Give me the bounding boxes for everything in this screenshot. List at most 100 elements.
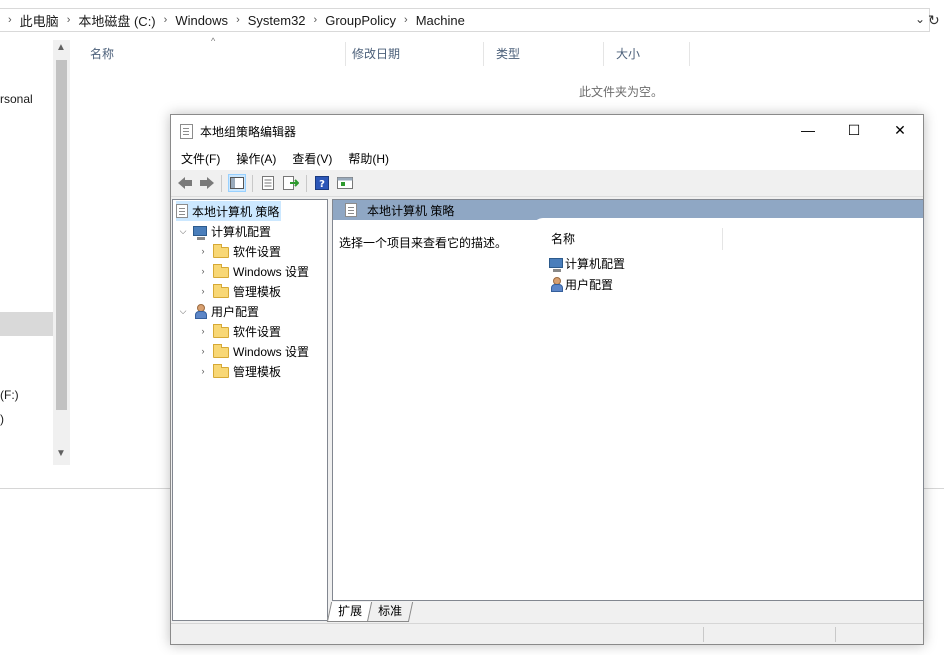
policy-document-icon — [176, 204, 188, 218]
scrollbar-thumb[interactable] — [56, 60, 67, 410]
tab-standard[interactable]: 标准 — [366, 602, 414, 622]
scroll-up-icon[interactable]: ▲ — [56, 42, 66, 53]
list-item-label: 用户配置 — [565, 277, 614, 292]
chevron-right-icon[interactable]: › — [197, 286, 209, 296]
title-bar[interactable]: 本地组策略编辑器 — ☐ ✕ — [171, 115, 923, 146]
tree-item-computer-admin-templates[interactable]: › 管理模板 — [197, 281, 281, 301]
chevron-right-icon[interactable]: › — [197, 366, 209, 376]
menu-bar: 文件(F) 操作(A) 查看(V) 帮助(H) — [171, 146, 923, 170]
chevron-right-icon: › — [163, 14, 168, 26]
policy-document-icon — [345, 203, 357, 217]
chevron-right-icon[interactable]: › — [197, 346, 209, 356]
folder-icon — [213, 263, 229, 278]
header-curve-decoration — [533, 218, 923, 228]
empty-folder-message: 此文件夹为空。 — [579, 85, 664, 99]
menu-help[interactable]: 帮助(H) — [348, 150, 389, 167]
chevron-right-icon: › — [313, 14, 318, 26]
tree-pane: 本地计算机 策略 ⌵ 计算机配置 › 软件设置 › Windows 设置 › 管… — [172, 199, 328, 621]
chevron-down-icon[interactable]: ⌵ — [177, 226, 189, 237]
folder-icon — [213, 363, 229, 378]
breadcrumb-system32[interactable]: System32 — [248, 13, 306, 28]
column-header-modified[interactable]: 修改日期 — [340, 42, 484, 66]
chevron-down-icon[interactable]: ⌄ — [915, 12, 925, 26]
status-divider — [835, 627, 836, 642]
status-divider — [703, 627, 704, 642]
view-tabs: 扩展 标准 — [326, 602, 414, 622]
policy-document-icon — [180, 124, 193, 139]
chevron-down-icon[interactable]: ⌵ — [177, 306, 189, 317]
menu-view[interactable]: 查看(V) — [292, 150, 332, 167]
help-icon[interactable]: ? — [313, 174, 331, 192]
chevron-right-icon[interactable]: › — [197, 246, 209, 256]
maximize-button[interactable]: ☐ — [831, 115, 877, 146]
folder-icon — [213, 283, 229, 298]
user-icon — [193, 304, 207, 319]
details-header-title: 本地计算机 策略 — [367, 203, 455, 218]
tree-item-local-computer-policy[interactable]: 本地计算机 策略 — [176, 201, 282, 221]
minimize-button[interactable]: — — [785, 115, 831, 146]
column-header-name[interactable]: 名称 — [78, 42, 346, 66]
chevron-right-icon: › — [8, 14, 12, 26]
computer-icon — [193, 226, 207, 240]
tree-item-computer-windows-settings[interactable]: › Windows 设置 — [197, 261, 309, 281]
toolbar-separator — [252, 175, 253, 192]
folder-icon — [213, 323, 229, 338]
column-header-type[interactable]: 类型 — [484, 42, 604, 66]
tree-item-user-admin-templates[interactable]: › 管理模板 — [197, 361, 281, 381]
tree-item-user-windows-settings[interactable]: › Windows 设置 — [197, 341, 309, 361]
chevron-right-icon[interactable]: › — [197, 326, 209, 336]
tree-item-computer-config[interactable]: ⌵ 计算机配置 — [177, 221, 271, 241]
nav-scrollbar[interactable]: ▲ ▼ — [53, 40, 70, 465]
chevron-right-icon: › — [404, 14, 408, 26]
computer-icon — [549, 258, 563, 272]
scroll-down-icon[interactable]: ▼ — [56, 448, 66, 459]
tree-item-user-config[interactable]: ⌵ 用户配置 — [177, 301, 259, 321]
breadcrumb-this-pc[interactable]: 此电脑 — [20, 11, 59, 30]
tree-item-computer-software-settings[interactable]: › 软件设置 — [197, 241, 281, 261]
svg-text:?: ? — [319, 179, 325, 190]
chevron-right-icon[interactable]: › — [197, 266, 209, 276]
gpedit-window: 本地组策略编辑器 — ☐ ✕ 文件(F) 操作(A) 查看(V) 帮助(H) ? — [170, 114, 924, 645]
list-item-label: 计算机配置 — [565, 256, 626, 271]
export-list-icon[interactable] — [282, 174, 300, 192]
chevron-right-icon: › — [66, 14, 71, 26]
tree-item-user-software-settings[interactable]: › 软件设置 — [197, 321, 281, 341]
tree-item-label: 软件设置 — [233, 324, 282, 339]
status-bar — [171, 623, 923, 644]
column-header-name[interactable]: 名称 — [543, 228, 723, 250]
nav-item-drive-f[interactable]: (F:) — [0, 388, 19, 402]
filter-options-icon[interactable] — [336, 174, 354, 192]
list-item-computer-config[interactable]: 计算机配置 — [549, 253, 625, 273]
menu-action[interactable]: 操作(A) — [236, 150, 276, 167]
details-pane: 本地计算机 策略 选择一个项目来查看它的描述。 名称 计算机配置 用户配置 — [332, 199, 924, 601]
list-item-user-config[interactable]: 用户配置 — [549, 274, 613, 294]
back-arrow-icon[interactable] — [176, 174, 194, 192]
tree-item-label: 计算机配置 — [211, 224, 272, 239]
close-button[interactable]: ✕ — [877, 115, 923, 146]
tab-extended[interactable]: 扩展 — [326, 602, 374, 622]
nav-item-fragment[interactable]: rsonal — [0, 92, 33, 106]
tree-item-label: 管理模板 — [233, 284, 282, 299]
refresh-icon[interactable]: ↻ — [928, 12, 940, 29]
tree-item-label: Windows 设置 — [233, 344, 310, 359]
properties-icon[interactable] — [259, 174, 277, 192]
tab-label: 扩展 — [338, 604, 363, 618]
nav-selected-item[interactable] — [0, 312, 53, 336]
forward-arrow-icon[interactable] — [198, 174, 216, 192]
description-text: 选择一个项目来查看它的描述。 — [339, 236, 508, 250]
breadcrumb-local-disk[interactable]: 本地磁盘 (C:) — [78, 11, 155, 30]
toolbar-separator — [306, 175, 307, 192]
address-bar[interactable]: › 此电脑 › 本地磁盘 (C:) › Windows › System32 ›… — [0, 8, 930, 32]
breadcrumb-windows[interactable]: Windows — [175, 13, 228, 28]
tree-item-label: 用户配置 — [211, 304, 260, 319]
toolbar-separator — [221, 175, 222, 192]
menu-file[interactable]: 文件(F) — [181, 150, 220, 167]
breadcrumb-grouppolicy[interactable]: GroupPolicy — [325, 13, 396, 28]
tab-label: 标准 — [378, 604, 403, 618]
column-header-size[interactable]: 大小 — [604, 42, 690, 66]
nav-item-fragment[interactable]: ) — [0, 412, 4, 426]
folder-icon — [213, 243, 229, 258]
show-hide-tree-icon[interactable] — [228, 174, 246, 192]
chevron-right-icon: › — [236, 14, 240, 26]
breadcrumb-machine[interactable]: Machine — [416, 13, 465, 28]
